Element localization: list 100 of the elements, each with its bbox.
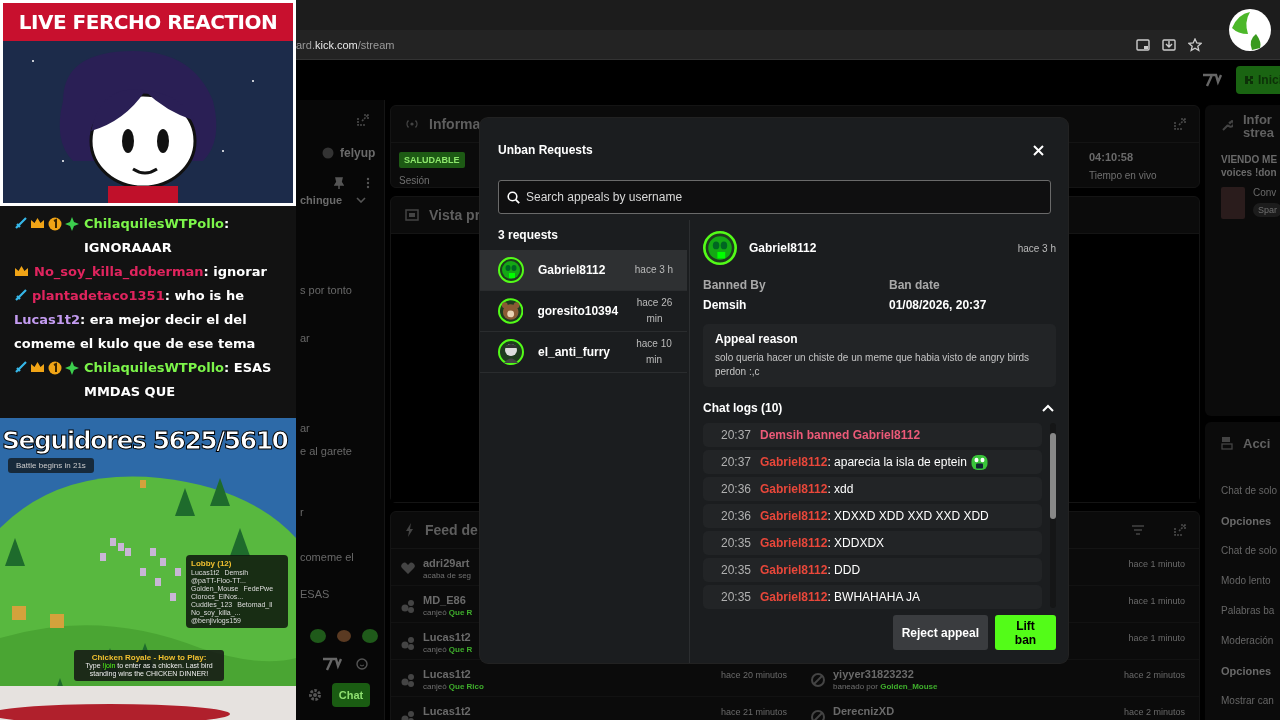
- scrollbar[interactable]: [1050, 423, 1056, 608]
- chat-message: comeme el: [300, 550, 355, 565]
- health-badge: SALUDABLE: [399, 152, 465, 168]
- emote-icon[interactable]: [336, 629, 352, 643]
- external-link-icon[interactable]: [1173, 117, 1187, 131]
- smile-icon[interactable]: [356, 658, 368, 670]
- crown-icon: [30, 217, 45, 229]
- request-item[interactable]: goresito10394 hace 26 min: [480, 291, 687, 332]
- card-title: Informa: [429, 116, 481, 132]
- picture-in-picture-icon[interactable]: [1136, 38, 1150, 51]
- chevron-up-icon[interactable]: [1042, 404, 1054, 412]
- chat-log-row: 20:37 Gabriel8112: aparecia la isla de eptein: [703, 450, 1042, 474]
- section-heading: Opciones: [1221, 664, 1273, 679]
- star-icon[interactable]: [1188, 37, 1202, 52]
- stream-title: VIENDO ME voices !don: [1221, 153, 1279, 179]
- emote-icon[interactable]: [310, 629, 326, 643]
- live-time: 04:10:58: [1089, 151, 1135, 163]
- search-field[interactable]: Search appeals by username: [498, 180, 1051, 214]
- tag-chip: Spar: [1253, 203, 1280, 217]
- feed-action: canjeó Que R: [423, 645, 473, 654]
- field-value: 01/08/2026, 20:37: [889, 298, 988, 312]
- chat-message: No_soy_killa_doberman: ignorar: [34, 263, 267, 282]
- how-to-title: Chicken Royale - How to Play:: [90, 653, 208, 662]
- emote-icon[interactable]: [362, 629, 378, 643]
- reject-appeal-button[interactable]: Reject appeal: [892, 615, 988, 650]
- panel-title: Infor strea: [1243, 113, 1275, 139]
- chat-log-row: 20:35 Gabriel8112: XDDXDX: [703, 531, 1042, 555]
- dots-icon: [401, 636, 415, 650]
- avatar: [703, 231, 737, 265]
- feed-username[interactable]: Lucas1t2: [423, 705, 471, 717]
- username: Gabriel8112: [749, 241, 818, 255]
- field-label: Ban date: [889, 278, 941, 292]
- external-link-icon[interactable]: [1173, 523, 1187, 537]
- avatar: [498, 298, 524, 324]
- feed-time: hace 1 minuto: [1128, 633, 1185, 643]
- follower-goal: Seguidores 5625/5610: [2, 426, 288, 455]
- panel-title: Acci: [1243, 436, 1271, 450]
- logo-icon[interactable]: [322, 657, 342, 671]
- close-icon: [1033, 144, 1044, 156]
- appeal-text: solo queria hacer un chiste de un meme que habia visto de angry birds perdon :,c: [715, 351, 1031, 379]
- download-icon[interactable]: [1162, 38, 1176, 51]
- channel-icon: [322, 147, 334, 159]
- crown-icon: [30, 361, 45, 373]
- chat-logs-title: Chat logs (10): [703, 401, 783, 415]
- feed-time: hace 2 minutos: [1123, 707, 1185, 717]
- logo-icon[interactable]: [1202, 73, 1222, 87]
- chat-log-row: 20:36 Gabriel8112: xdd: [703, 477, 1042, 501]
- card-title: Vista pr: [429, 207, 481, 223]
- stream-banner: LIVE FERCHO REACTION: [3, 3, 293, 41]
- sub-badge-icon: [48, 361, 62, 375]
- gem-icon: [65, 361, 79, 375]
- chat-message: ChilaquilesWTPollo: IGNORAAAR: [84, 215, 231, 257]
- gem-icon: [65, 217, 79, 231]
- stat-label: Tiempo en vivo: [1089, 170, 1158, 181]
- broadcast-icon: [405, 118, 419, 130]
- ban-icon: [811, 673, 825, 687]
- feed-username[interactable]: DerecnizXD: [833, 705, 895, 717]
- appeal-title: Appeal reason: [715, 332, 799, 346]
- feed-username[interactable]: adri29art: [423, 557, 470, 569]
- search-icon: [507, 191, 520, 204]
- feed-username[interactable]: MD_E86: [423, 594, 466, 606]
- chevron-down-icon[interactable]: [356, 197, 366, 203]
- more-icon[interactable]: [366, 177, 370, 189]
- close-button[interactable]: [1031, 142, 1046, 158]
- leaf-logo-icon: [1228, 8, 1272, 52]
- settings-icon[interactable]: [308, 688, 322, 702]
- request-item[interactable]: Gabriel8112 hace 3 h: [480, 250, 687, 291]
- filter-icon[interactable]: [1131, 524, 1145, 536]
- chat-message: e al garete: [300, 444, 353, 459]
- feed-username[interactable]: Lucas1t2: [423, 668, 471, 680]
- chat-message: r: [300, 505, 305, 520]
- channel-name[interactable]: felyup: [340, 146, 376, 160]
- chat-log-row: 20:36 Gabriel8112: XDXXD XDD XXD XXD XDD: [703, 504, 1042, 528]
- feed-username[interactable]: yiyyer31823232: [833, 668, 914, 680]
- feed-time: hace 1 minuto: [1128, 596, 1185, 606]
- feed-time: hace 20 minutos: [720, 670, 787, 680]
- setting-label: Chat de solo: [1221, 544, 1279, 558]
- dots-icon: [401, 710, 415, 720]
- pin-icon[interactable]: [334, 177, 344, 189]
- sub-badge-icon: [48, 217, 62, 231]
- request-item[interactable]: el_anti_furry hace 10 min: [480, 332, 687, 373]
- stat-label: Sesión: [399, 175, 431, 186]
- feed-action: baneado por Golden_Mouse: [833, 682, 938, 691]
- chat-send-button[interactable]: Chat: [332, 683, 370, 707]
- setting-label: Modo lento: [1221, 574, 1272, 588]
- feed-action: canjeó Que R: [423, 608, 473, 617]
- category-name: Conv: [1253, 187, 1278, 198]
- feed-username[interactable]: Lucas1t2: [423, 631, 471, 643]
- lift-ban-button[interactable]: Lift ban: [995, 615, 1056, 650]
- dialog-title: Unban Requests: [498, 143, 593, 157]
- setting-label: Chat de solo: [1221, 484, 1279, 498]
- pinned-message: chingue: [300, 194, 343, 206]
- feed-time: hace 1 minuto: [1128, 559, 1185, 569]
- chat-message: ChilaquilesWTPollo: ESAS MMDAS QUE: [84, 359, 273, 401]
- external-link-icon[interactable]: [356, 113, 370, 127]
- feed-action: acaba de seg: [423, 571, 472, 580]
- dots-icon: [401, 673, 415, 687]
- avatar: [498, 339, 524, 365]
- camera-icon: [1221, 436, 1233, 450]
- chat-message: s por tonto: [300, 283, 353, 298]
